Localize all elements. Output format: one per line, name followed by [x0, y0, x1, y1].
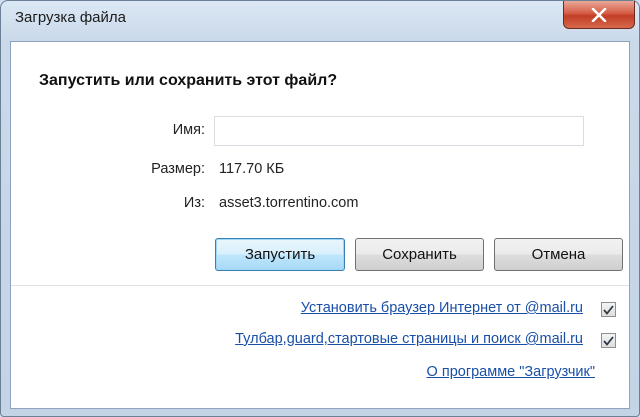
size-label: Размер: [151, 161, 205, 177]
size-value: 117.70 КБ [219, 161, 285, 177]
window-title: Загрузка файла [15, 9, 126, 26]
checkmark-icon [603, 335, 614, 346]
file-name-field[interactable] [214, 116, 584, 146]
download-dialog-window: Загрузка файла Запустить или сохранить э… [0, 0, 640, 417]
checkmark-icon [603, 304, 614, 315]
save-button[interactable]: Сохранить [355, 238, 484, 271]
toolbar-option-link[interactable]: Тулбар,guard,стартовые страницы и поиск … [235, 331, 583, 347]
dialog-question: Запустить или сохранить этот файл? [39, 72, 338, 89]
close-icon [591, 7, 607, 22]
from-value: asset3.torrentino.com [219, 195, 359, 211]
run-button[interactable]: Запустить [215, 238, 345, 271]
close-button[interactable] [563, 1, 635, 29]
name-label: Имя: [172, 122, 205, 138]
toolbar-option-checkbox[interactable] [601, 333, 616, 348]
cancel-button[interactable]: Отмена [494, 238, 623, 271]
titlebar[interactable]: Загрузка файла [1, 1, 639, 41]
dialog-content: Запустить или сохранить этот файл? Имя: … [10, 41, 630, 409]
from-label: Из: [183, 195, 205, 211]
install-browser-checkbox[interactable] [601, 302, 616, 317]
install-browser-link[interactable]: Установить браузер Интернет от @mail.ru [301, 300, 583, 316]
about-program-link[interactable]: О программе "Загрузчик" [427, 364, 595, 380]
separator [11, 285, 629, 286]
